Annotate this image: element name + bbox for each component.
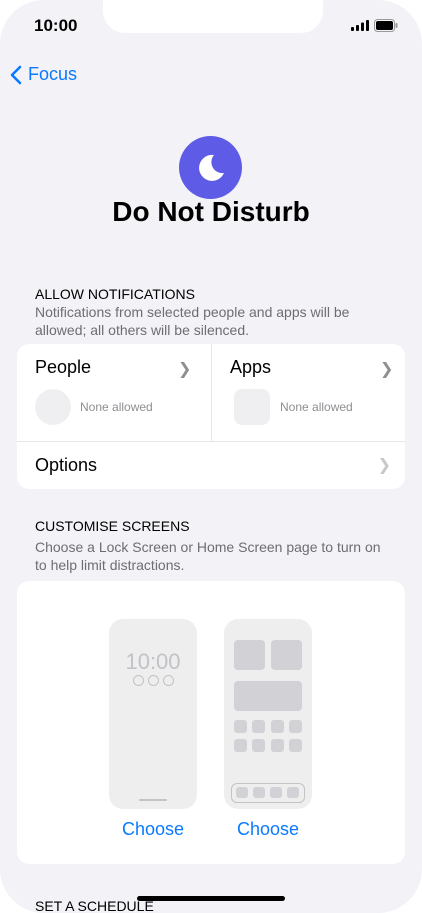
lock-screen-widgets (133, 675, 174, 686)
home-screen-preview[interactable] (224, 619, 312, 809)
status-time: 10:00 (34, 16, 78, 35)
page-title: Do Not Disturb (112, 196, 310, 227)
apps-cell[interactable]: Apps ❯ None allowed (212, 344, 405, 441)
choose-lock-screen-button[interactable]: Choose (103, 819, 203, 840)
app-tile (234, 720, 247, 733)
chevron-right-icon: ❯ (178, 361, 192, 378)
dock-app-tile (270, 787, 282, 798)
app-tile (289, 739, 302, 752)
app-tile (271, 739, 284, 752)
people-label: People (35, 357, 92, 377)
lock-screen-preview[interactable]: 10:00 (109, 619, 197, 809)
widget-tile (234, 681, 302, 711)
widget-circle (133, 675, 144, 686)
set-schedule-header: SET A SCHEDULE (35, 898, 154, 913)
allow-notifications-card: People ❯ None allowed Apps ❯ None allowe… (17, 344, 405, 489)
lock-screen-time: 10:00 (125, 649, 181, 674)
do-not-disturb-icon (179, 136, 242, 199)
focus-dnd-screen: 10:00 Focus Do Not Disturb ALLOW NOTIFIC… (0, 0, 422, 913)
person-avatar-placeholder (35, 389, 71, 425)
app-tile (252, 739, 265, 752)
options-label: Options (35, 455, 98, 475)
dock-app-tile (253, 787, 265, 798)
dock (231, 783, 305, 803)
apps-status: None allowed (280, 400, 353, 414)
dock-app-tile (287, 787, 299, 798)
app-tile (252, 720, 265, 733)
options-row[interactable]: Options ❯ (17, 442, 405, 489)
widget-tile (234, 640, 265, 670)
moon-icon (198, 154, 224, 181)
allow-notifications-header: ALLOW NOTIFICATIONS (35, 286, 195, 302)
battery-icon (374, 19, 398, 32)
back-button[interactable]: Focus (10, 64, 77, 85)
signal-icon (351, 20, 369, 31)
app-tile (289, 720, 302, 733)
widget-circle (148, 675, 159, 686)
chevron-right-icon: ❯ (380, 361, 394, 378)
back-label: Focus (28, 64, 78, 84)
people-status: None allowed (80, 400, 153, 414)
customise-screens-card: 10:00 Choose Choose (17, 581, 405, 864)
home-indicator[interactable] (137, 896, 285, 901)
home-bar (139, 799, 167, 801)
widget-tile (271, 640, 302, 670)
customise-screens-header: CUSTOMISE SCREENS (35, 518, 190, 534)
app-icon-placeholder (234, 389, 270, 425)
chevron-left-icon (10, 65, 22, 84)
apps-label: Apps (230, 357, 272, 377)
people-cell[interactable]: People ❯ None allowed (17, 344, 212, 441)
choose-home-screen-button[interactable]: Choose (218, 819, 318, 840)
app-tile (271, 720, 284, 733)
notch (103, 0, 323, 33)
chevron-right-icon: ❯ (377, 457, 391, 474)
allow-notifications-description: Notifications from selected people and a… (35, 304, 350, 338)
widget-circle (163, 675, 174, 686)
app-tile (234, 739, 247, 752)
customise-screens-description: Choose a Lock Screen or Home Screen page… (35, 539, 381, 573)
dock-app-tile (236, 787, 248, 798)
